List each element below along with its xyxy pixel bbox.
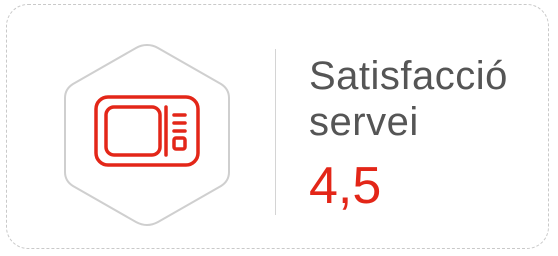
vertical-divider: [275, 49, 276, 215]
metric-label-line2: servei: [309, 100, 419, 144]
metric-card: Satisfacció servei 4,5: [6, 4, 549, 249]
metric-value: 4,5: [309, 157, 382, 215]
hexagon-frame: [64, 43, 230, 226]
icon-badge: [49, 37, 245, 233]
metric-label-line1: Satisfacció: [309, 54, 508, 98]
metric-text: Satisfacció servei 4,5: [309, 53, 549, 215]
